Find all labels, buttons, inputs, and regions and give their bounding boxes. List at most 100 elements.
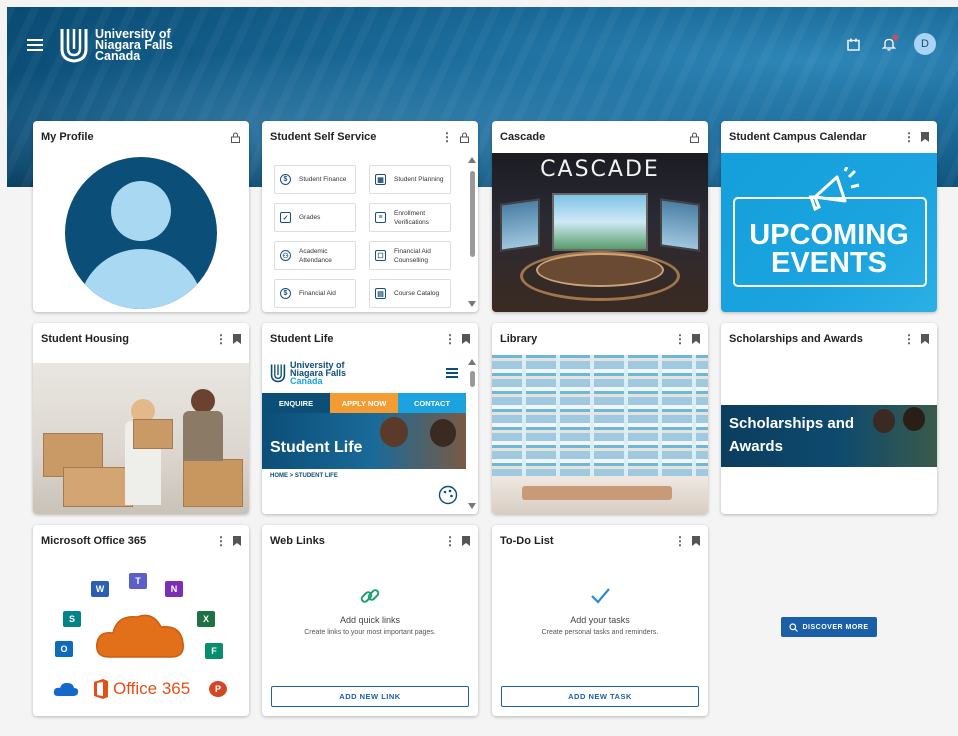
top-bar: University of Niagara Falls Canada D <box>7 7 958 87</box>
dollar-icon: $ <box>280 174 291 185</box>
card-title: Cascade <box>500 131 546 143</box>
service-grid: $ Student Finance ▦ Student Planning ✓ Grad… <box>274 161 464 308</box>
student-life-preview[interactable]: University of Niagara Falls Canada ENQUI… <box>262 355 478 514</box>
bookmark-icon[interactable] <box>921 334 929 344</box>
breadcrumb: HOME > STUDENT LIFE <box>270 473 338 479</box>
scrollbar[interactable] <box>468 359 476 509</box>
people-icon: ⚇ <box>280 250 291 261</box>
lock-icon[interactable] <box>459 131 470 143</box>
office-365-image[interactable]: W T N S X O F Office 365 P <box>33 557 249 716</box>
housing-image[interactable] <box>33 363 249 514</box>
more-options-icon[interactable]: ⋮ <box>674 534 686 548</box>
bookmark-icon[interactable] <box>692 334 700 344</box>
service-financial-aid[interactable]: $ Financial Aid <box>274 279 356 308</box>
add-new-task-button[interactable]: ADD NEW TASK <box>501 686 699 707</box>
clipboard-icon: ≡ <box>375 212 386 223</box>
service-label: Financial Aid Counselling <box>394 247 431 264</box>
service-label: Academic Attendance <box>299 247 332 264</box>
powerpoint-icon: P <box>209 681 227 697</box>
word-icon: W <box>91 581 109 597</box>
onenote-icon: N <box>165 581 183 597</box>
university-logo[interactable]: University of Niagara Falls Canada <box>59 27 173 63</box>
student-housing-card: Student Housing ⋮ <box>33 323 249 514</box>
office-cloud-icon <box>96 614 184 658</box>
service-academic-attendance[interactable]: ⚇ Academic Attendance <box>274 241 356 270</box>
hamburger-icon[interactable] <box>446 368 458 378</box>
cascade-banner-text: CASCADE <box>540 157 660 182</box>
service-course-catalog[interactable]: ▤ Course Catalog <box>369 279 451 308</box>
to-do-list-card: To-Do List ⋮ Add your tasks Create perso… <box>492 525 708 716</box>
web-links-card: Web Links ⋮ Add quick links Create links… <box>262 525 478 716</box>
calendar-icon[interactable] <box>842 33 864 55</box>
bookmark-icon[interactable] <box>233 334 241 344</box>
more-options-icon[interactable]: ⋮ <box>441 130 453 144</box>
library-image[interactable] <box>492 355 708 514</box>
cascade-card: Cascade CASCADE <box>492 121 708 312</box>
student-campus-calendar-card: Student Campus Calendar ⋮ UPCOMING EVENT… <box>721 121 937 312</box>
service-label: Student Planning <box>394 176 444 183</box>
profile-avatar-icon <box>65 157 217 309</box>
more-options-icon[interactable]: ⋮ <box>444 534 456 548</box>
scholarships-awards-card: Scholarships and Awards ⋮ Scholarships a… <box>721 323 937 514</box>
nav-apply-now[interactable]: APPLY NOW <box>330 393 398 413</box>
scrollbar[interactable] <box>468 157 476 307</box>
mini-logo-line-3: Canada <box>290 376 323 386</box>
user-avatar[interactable]: D <box>914 33 936 55</box>
dollar-icon: $ <box>280 288 291 299</box>
calendar-icon: ▦ <box>375 174 386 185</box>
more-options-icon[interactable]: ⋮ <box>903 332 915 346</box>
palette-icon[interactable] <box>438 485 458 505</box>
scrollbar-thumb[interactable] <box>470 371 475 387</box>
notification-dot <box>893 35 898 40</box>
microsoft-office-365-card: Microsoft Office 365 ⋮ W T N S X O F Off… <box>33 525 249 716</box>
scholarships-banner[interactable]: Scholarships and Awards <box>721 405 937 467</box>
nav-contact[interactable]: CONTACT <box>398 393 466 413</box>
card-title: Student Self Service <box>270 131 377 143</box>
service-enrollment-verifications[interactable]: ≡ Enrollment Verifications <box>369 203 451 232</box>
service-student-finance[interactable]: $ Student Finance <box>274 165 356 194</box>
bookmark-icon[interactable] <box>462 536 470 546</box>
cascade-image[interactable]: CASCADE <box>492 153 708 312</box>
service-label: Financial Aid <box>299 290 336 297</box>
notification-bell-icon[interactable] <box>878 33 900 55</box>
logo-mark-icon <box>60 29 88 63</box>
sharepoint-icon: S <box>63 611 81 627</box>
upcoming-events-image[interactable]: UPCOMING EVENTS <box>721 153 937 312</box>
add-new-link-button[interactable]: ADD NEW LINK <box>271 686 469 707</box>
nav-enquire[interactable]: ENQUIRE <box>262 393 330 413</box>
bookmark-icon[interactable] <box>921 132 929 142</box>
bookmark-icon[interactable] <box>462 334 470 344</box>
empty-title: Add quick links <box>339 615 401 625</box>
grades-icon: ✓ <box>280 212 291 223</box>
onedrive-icon <box>53 682 79 696</box>
card-title: To-Do List <box>500 535 554 547</box>
book-icon: ▤ <box>375 288 386 299</box>
student-self-service-card: Student Self Service ⋮ $ Student Finance … <box>262 121 478 312</box>
service-label: Student Finance <box>299 176 347 183</box>
menu-icon[interactable] <box>27 39 43 53</box>
excel-icon: X <box>197 611 215 627</box>
student-life-card: Student Life ⋮ University of Niagara Fal… <box>262 323 478 514</box>
more-options-icon[interactable]: ⋮ <box>215 534 227 548</box>
bookmark-icon[interactable] <box>692 536 700 546</box>
service-student-planning[interactable]: ▦ Student Planning <box>369 165 451 194</box>
card-title: Microsoft Office 365 <box>41 535 147 547</box>
more-options-icon[interactable]: ⋮ <box>444 332 456 346</box>
more-options-icon[interactable]: ⋮ <box>903 130 915 144</box>
lock-icon[interactable] <box>230 131 241 143</box>
search-icon <box>789 622 799 632</box>
more-options-icon[interactable]: ⋮ <box>215 332 227 346</box>
bookmark-icon[interactable] <box>233 536 241 546</box>
outlook-icon: O <box>55 641 73 657</box>
more-options-icon[interactable]: ⋮ <box>674 332 686 346</box>
my-profile-card: My Profile <box>33 121 249 312</box>
scrollbar-thumb[interactable] <box>470 171 475 257</box>
lock-icon[interactable] <box>689 131 700 143</box>
card-title: Student Housing <box>41 333 129 345</box>
discover-more-button[interactable]: DISCOVER MORE <box>781 617 877 637</box>
card-title: Student Campus Calendar <box>729 131 867 143</box>
office-logo-icon <box>94 679 108 699</box>
service-financial-aid-counselling[interactable]: ☐ Financial Aid Counselling <box>369 241 451 270</box>
logo-mark-icon <box>270 364 286 383</box>
service-grades[interactable]: ✓ Grades <box>274 203 356 232</box>
